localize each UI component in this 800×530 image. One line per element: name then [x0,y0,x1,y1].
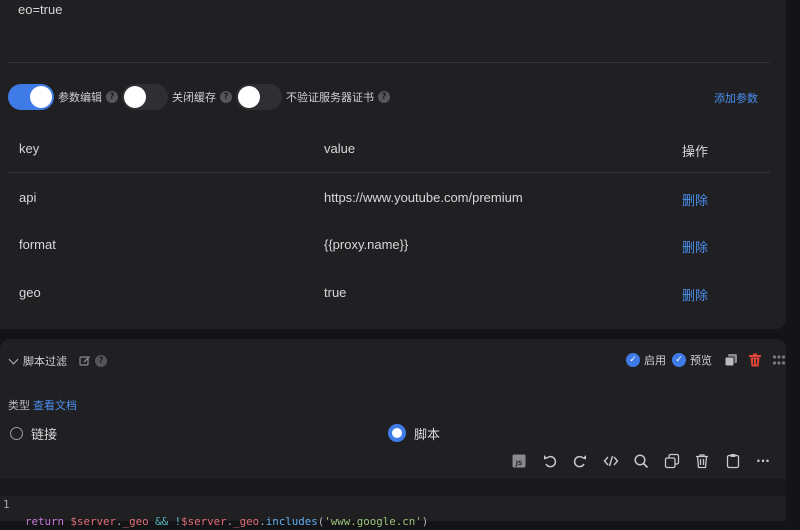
section-controls: ✓ 启用 ✓ 预览 [626,351,786,369]
type-label: 类型 [8,400,30,412]
more-icon[interactable]: ··· [754,452,772,470]
js-file-icon[interactable]: JS [510,452,528,470]
add-param-link[interactable]: 添加参数 [714,90,758,106]
line-number: 1 [3,498,10,511]
param-key[interactable]: geo [19,285,41,300]
drag-handle-icon[interactable] [772,353,786,367]
help-icon[interactable]: ? [220,91,232,103]
table-row: geo true 删除 [8,271,770,317]
code-variable: $server [181,515,227,528]
help-icon[interactable]: ? [106,91,118,103]
table-row: format {{proxy.name}} 删除 [8,223,770,269]
code-property: _geo [122,515,149,528]
code-text[interactable]: return $server._geo && !$server._geo.inc… [25,513,428,530]
editor-toolbar: JS ··· [510,452,785,470]
trash-icon[interactable] [693,452,711,470]
undo-icon[interactable] [541,452,559,470]
more-glyph: ··· [756,454,770,468]
column-header-key: key [19,141,40,156]
divider [8,62,770,63]
code-variable: $server [70,515,117,528]
delete-icon[interactable] [748,353,762,367]
param-key[interactable]: api [19,190,36,205]
params-card: eo=true 参数编辑 ? 关闭缓存 ? 不验证服务器证书 ? 添加参数 ke… [0,0,786,329]
enable-check-icon[interactable]: ✓ [626,353,640,367]
delete-link[interactable]: 删除 [682,285,708,304]
table-row: api https://www.youtube.com/premium 删除 [8,176,770,222]
skip-cert-verify-toggle[interactable] [236,84,282,110]
code-icon[interactable] [602,452,620,470]
duplicate-icon[interactable] [724,353,738,367]
enable-label[interactable]: 启用 [644,352,666,368]
radio-label: 链接 [31,426,58,442]
column-header-action: 操作 [682,144,709,159]
skip-cert-verify-label: 不验证服务器证书 [286,92,374,104]
redo-icon[interactable] [571,452,589,470]
toggle-row: 参数编辑 ? 关闭缓存 ? 不验证服务器证书 ? [8,84,394,110]
js-badge-text: JS [515,460,523,467]
code-property: _geo [233,515,260,528]
edit-icon[interactable] [79,355,91,367]
code-operator: && [155,515,169,528]
search-icon[interactable] [632,452,650,470]
table-header: key value 操作 [8,130,770,173]
code-punct: ) [421,515,429,528]
delete-link[interactable]: 删除 [682,237,708,256]
code-string: 'www.google.cn' [324,515,422,528]
help-icon[interactable]: ? [378,91,390,103]
copy-icon[interactable] [663,452,681,470]
param-key[interactable]: format [19,237,56,252]
disable-cache-label: 关闭缓存 [172,92,216,104]
chevron-down-icon[interactable] [8,354,19,365]
radio-button[interactable] [388,424,406,442]
column-header-value: value [324,141,356,156]
preview-label[interactable]: 预览 [690,352,712,368]
preview-check-icon[interactable]: ✓ [672,353,686,367]
param-value[interactable]: https://www.youtube.com/premium [324,190,523,205]
radio-option-link[interactable]: 链接 [10,424,57,442]
radio-label: 脚本 [414,426,441,442]
section-title: 脚本过滤 [23,356,67,368]
toggle-knob [124,86,146,108]
params-preview-text: eo=true [18,2,63,17]
param-edit-label: 参数编辑 [58,92,102,104]
code-editor-line[interactable]: 1 return $server._geo && !$server._geo.i… [0,479,786,528]
code-keyword: return [25,515,65,528]
docs-link[interactable]: 查看文档 [33,400,77,412]
code-function: includes [265,515,318,528]
param-value[interactable]: {{proxy.name}} [324,237,408,252]
param-value[interactable]: true [324,285,346,300]
help-icon[interactable]: ? [95,355,107,367]
radio-button[interactable] [10,426,23,440]
toggle-knob [238,86,260,108]
disable-cache-toggle[interactable] [122,84,168,110]
type-line: 类型 查看文档 [8,397,77,413]
delete-link[interactable]: 删除 [682,190,708,209]
param-edit-toggle[interactable] [8,84,54,110]
radio-option-script[interactable]: 脚本 [388,424,440,442]
script-filter-header: 脚本过滤 ? [8,353,111,369]
clipboard-icon[interactable] [724,452,742,470]
toggle-knob [30,86,52,108]
